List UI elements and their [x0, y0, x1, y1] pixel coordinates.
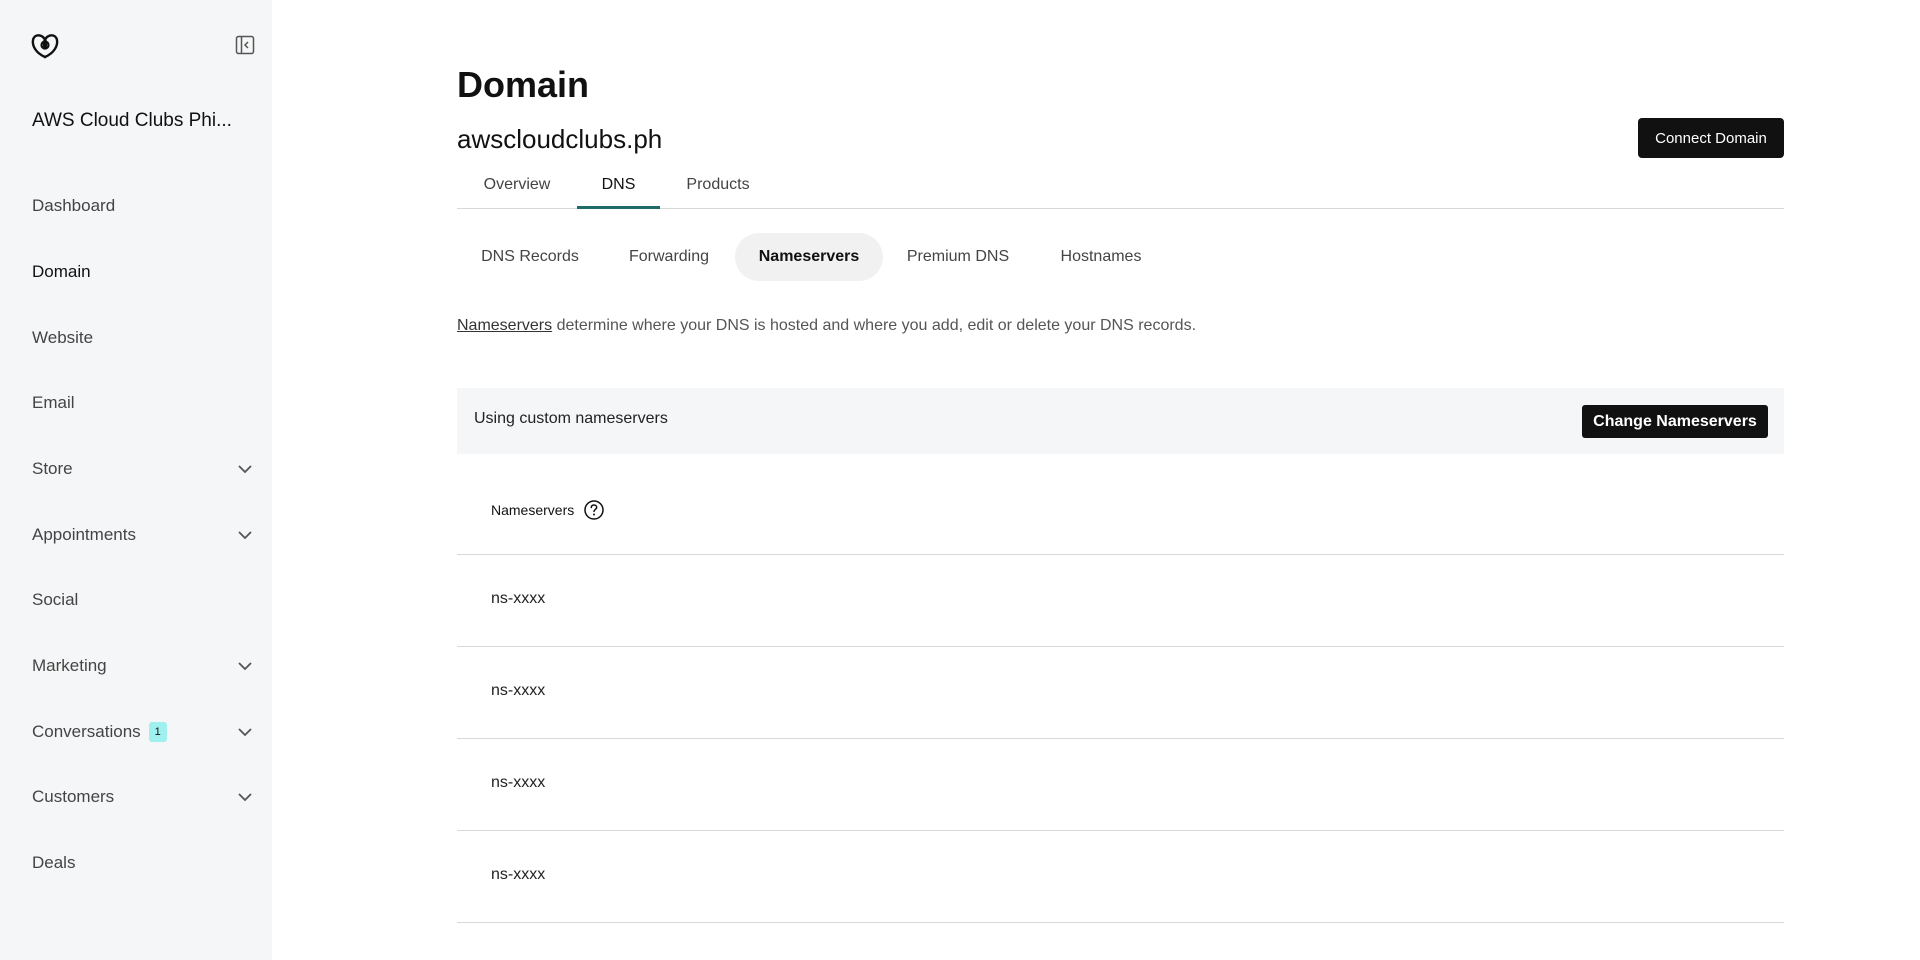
page-title: Domain — [457, 64, 590, 105]
sidebar-item-label: Email — [32, 393, 75, 412]
connect-domain-button[interactable]: Connect Domain — [1638, 118, 1784, 158]
change-nameservers-button[interactable]: Change Nameservers — [1582, 405, 1768, 438]
sidebar-item-conversations[interactable]: Conversations 1 — [0, 710, 272, 754]
sidebar-item-website[interactable]: Website — [0, 316, 272, 360]
subtab-hostnames[interactable]: Hostnames — [1033, 233, 1169, 281]
sidebar-item-appointments[interactable]: Appointments — [0, 513, 272, 557]
sidebar-item-label: Conversations — [32, 722, 141, 741]
description-text: determine where your DNS is hosted and w… — [552, 317, 1197, 334]
collapse-sidebar-icon[interactable] — [234, 34, 256, 56]
tab-bar: Overview DNS Products — [457, 168, 1784, 209]
sidebar-item-label: Deals — [32, 853, 76, 872]
sidebar-item-store[interactable]: Store — [0, 447, 272, 491]
nameservers-description: Nameservers determine where your DNS is … — [457, 317, 1196, 335]
godaddy-logo-icon[interactable] — [30, 30, 60, 60]
tab-dns[interactable]: DNS — [577, 168, 660, 209]
sidebar-item-email[interactable]: Email — [0, 381, 272, 425]
sidebar-item-social[interactable]: Social — [0, 578, 272, 622]
notification-badge: 1 — [148, 722, 167, 742]
nameserver-value: ns-xxxx — [491, 866, 546, 883]
nameserver-row: ns-xxxx — [457, 831, 1784, 923]
sidebar-item-label: Customers — [32, 787, 115, 806]
sidebar-item-deals[interactable]: Deals — [0, 841, 272, 885]
help-icon[interactable] — [583, 499, 605, 521]
account-name[interactable]: AWS Cloud Clubs Phi... — [32, 110, 232, 132]
sidebar-item-domain[interactable]: Domain — [0, 250, 272, 294]
domain-name: awscloudclubs.ph — [457, 124, 663, 154]
sidebar-item-customers[interactable]: Customers — [0, 775, 272, 819]
sidebar-item-label: Appointments — [32, 525, 136, 544]
nameserver-row: ns-xxxx — [457, 647, 1784, 739]
subtab-dns-records[interactable]: DNS Records — [457, 233, 603, 281]
nameserver-status-text: Using custom nameservers — [474, 410, 668, 427]
nameserver-row: ns-xxxx — [457, 555, 1784, 647]
nameserver-row: ns-xxxx — [457, 739, 1784, 831]
tab-products[interactable]: Products — [660, 168, 776, 209]
chevron-down-icon — [238, 662, 252, 671]
nameservers-table-header: Nameservers — [457, 462, 1784, 555]
subtab-forwarding[interactable]: Forwarding — [603, 233, 735, 281]
chevron-down-icon — [238, 793, 252, 802]
sidebar-item-label: Domain — [32, 262, 91, 281]
sidebar-item-dashboard[interactable]: Dashboard — [0, 184, 272, 228]
subtab-nameservers[interactable]: Nameservers — [735, 233, 883, 281]
chevron-down-icon — [238, 728, 252, 737]
nameserver-status-bar: Using custom nameservers Change Nameserv… — [457, 388, 1784, 454]
nameservers-help-link[interactable]: Nameservers — [457, 317, 552, 334]
chevron-down-icon — [238, 531, 252, 540]
sidebar: AWS Cloud Clubs Phi... Dashboard Domain … — [0, 0, 272, 960]
nameservers-column-header: Nameservers — [491, 502, 575, 518]
sidebar-item-label: Marketing — [32, 656, 107, 675]
subtab-premium-dns[interactable]: Premium DNS — [883, 233, 1033, 281]
nameserver-value: ns-xxxx — [491, 590, 546, 607]
chevron-down-icon — [238, 465, 252, 474]
sidebar-item-label: Social — [32, 590, 79, 609]
sidebar-item-label: Store — [32, 459, 73, 478]
sidebar-item-label: Website — [32, 328, 94, 347]
tab-overview[interactable]: Overview — [457, 168, 577, 209]
nameserver-value: ns-xxxx — [491, 682, 546, 699]
nameserver-value: ns-xxxx — [491, 774, 546, 791]
sidebar-item-marketing[interactable]: Marketing — [0, 644, 272, 688]
sidebar-item-label: Dashboard — [32, 196, 116, 215]
